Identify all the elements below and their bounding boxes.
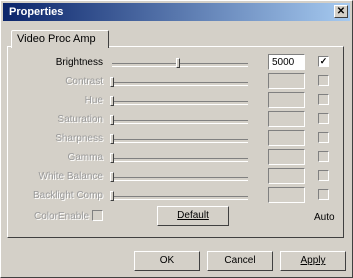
slider-thumb[interactable]: [110, 115, 114, 125]
slider-track[interactable]: [112, 120, 248, 124]
control-row: Backlight Comp: [0, 187, 353, 207]
slider-track[interactable]: [112, 63, 248, 67]
auto-checkbox[interactable]: [318, 94, 329, 105]
tab-video-proc-amp[interactable]: Video Proc Amp: [11, 30, 109, 48]
ok-button[interactable]: OK: [134, 251, 200, 271]
tab-label: Video Proc Amp: [17, 33, 96, 45]
slider-track[interactable]: [112, 82, 248, 86]
value-field[interactable]: [268, 111, 305, 127]
control-label: Saturation: [57, 114, 103, 125]
title-bar: Properties ✕: [3, 3, 350, 21]
apply-button[interactable]: Apply: [280, 251, 346, 271]
value-field[interactable]: [268, 130, 305, 146]
control-row: Brightness 5000 ✓: [0, 54, 353, 74]
control-label: Contrast: [65, 76, 103, 87]
slider-thumb[interactable]: [110, 191, 114, 201]
color-enable-checkbox[interactable]: [92, 210, 103, 221]
auto-column-label: Auto: [314, 212, 335, 223]
slider-thumb[interactable]: [110, 134, 114, 144]
control-row: White Balance: [0, 168, 353, 188]
control-label: Sharpness: [55, 133, 103, 144]
value-field[interactable]: [268, 73, 305, 89]
auto-checkbox[interactable]: [318, 75, 329, 86]
cancel-button[interactable]: Cancel: [207, 251, 273, 271]
control-row: Hue: [0, 92, 353, 112]
control-row: Sharpness: [0, 130, 353, 150]
slider-track[interactable]: [112, 139, 248, 143]
close-button[interactable]: ✕: [334, 5, 348, 18]
control-row: Gamma: [0, 149, 353, 169]
slider-thumb[interactable]: [176, 58, 180, 68]
auto-checkbox[interactable]: [318, 151, 329, 162]
value-field[interactable]: 5000: [268, 54, 305, 70]
auto-checkbox[interactable]: [318, 132, 329, 143]
color-enable-label: ColorEnable: [34, 211, 90, 222]
value-field[interactable]: [268, 168, 305, 184]
control-label: Brightness: [55, 57, 103, 68]
slider-track[interactable]: [112, 158, 248, 162]
default-button[interactable]: Default: [157, 206, 229, 226]
control-row: Saturation: [0, 111, 353, 131]
window-title: Properties: [9, 6, 64, 18]
auto-checkbox[interactable]: ✓: [318, 56, 329, 67]
slider-track[interactable]: [112, 177, 248, 181]
value-field[interactable]: [268, 92, 305, 108]
control-label: Gamma: [67, 152, 103, 163]
auto-checkbox[interactable]: [318, 170, 329, 181]
slider-thumb[interactable]: [110, 153, 114, 163]
control-label: Hue: [84, 95, 103, 106]
auto-checkbox[interactable]: [318, 113, 329, 124]
slider-thumb[interactable]: [110, 172, 114, 182]
slider-thumb[interactable]: [110, 96, 114, 106]
slider-track[interactable]: [112, 196, 248, 200]
apply-button-label: Apply: [300, 255, 326, 266]
control-row: Contrast: [0, 73, 353, 93]
value-field[interactable]: [268, 187, 305, 203]
value-field[interactable]: [268, 149, 305, 165]
slider-thumb[interactable]: [110, 77, 114, 87]
auto-checkbox[interactable]: [318, 189, 329, 200]
control-label: Backlight Comp: [32, 190, 103, 201]
default-button-label: Default: [177, 210, 209, 221]
slider-track[interactable]: [112, 101, 248, 105]
control-label: White Balance: [38, 171, 103, 182]
